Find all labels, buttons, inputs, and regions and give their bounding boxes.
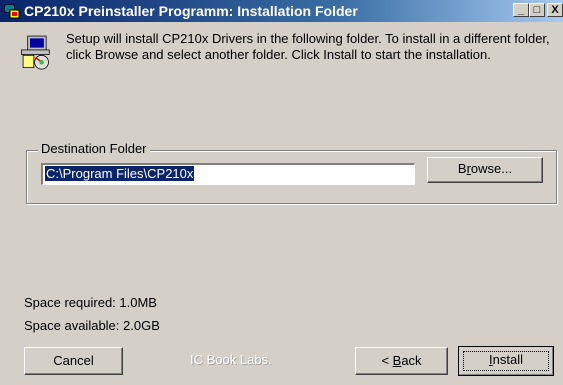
back-label-pre: < (381, 353, 393, 368)
destination-path-input[interactable]: C:\Program Files\CP210x (41, 163, 415, 185)
space-required-text: Space required: 1.0MB (24, 295, 157, 310)
cancel-button[interactable]: Cancel (24, 347, 123, 375)
browse-label-post: owse... (470, 161, 513, 176)
back-button[interactable]: < Back (355, 347, 448, 375)
maximize-button[interactable]: □ (529, 3, 545, 17)
setup-computer-icon (21, 35, 50, 70)
space-available-text: Space available: 2.0GB (24, 318, 160, 333)
minimize-button[interactable]: _ (513, 3, 529, 17)
destination-legend: Destination Folder (38, 141, 150, 157)
window-title: CP210x Preinstaller Programm: Installati… (24, 3, 358, 19)
browse-button[interactable]: Browse... (427, 157, 543, 183)
back-label-post: ack (401, 353, 422, 368)
focus-rectangle (463, 351, 549, 371)
intro-text: Setup will install CP210x Drivers in the… (66, 31, 550, 62)
install-button[interactable]: Install (458, 346, 554, 376)
browse-label-pre: B (457, 161, 467, 176)
close-button[interactable]: X (547, 3, 563, 17)
app-icon (4, 4, 20, 19)
title-bar[interactable]: CP210x Preinstaller Programm: Installati… (0, 0, 563, 22)
installer-window: CP210x Preinstaller Programm: Installati… (0, 0, 563, 385)
destination-path-text: C:\Program Files\CP210x (45, 166, 195, 181)
brand-label: IC Book Labs. (190, 352, 272, 367)
